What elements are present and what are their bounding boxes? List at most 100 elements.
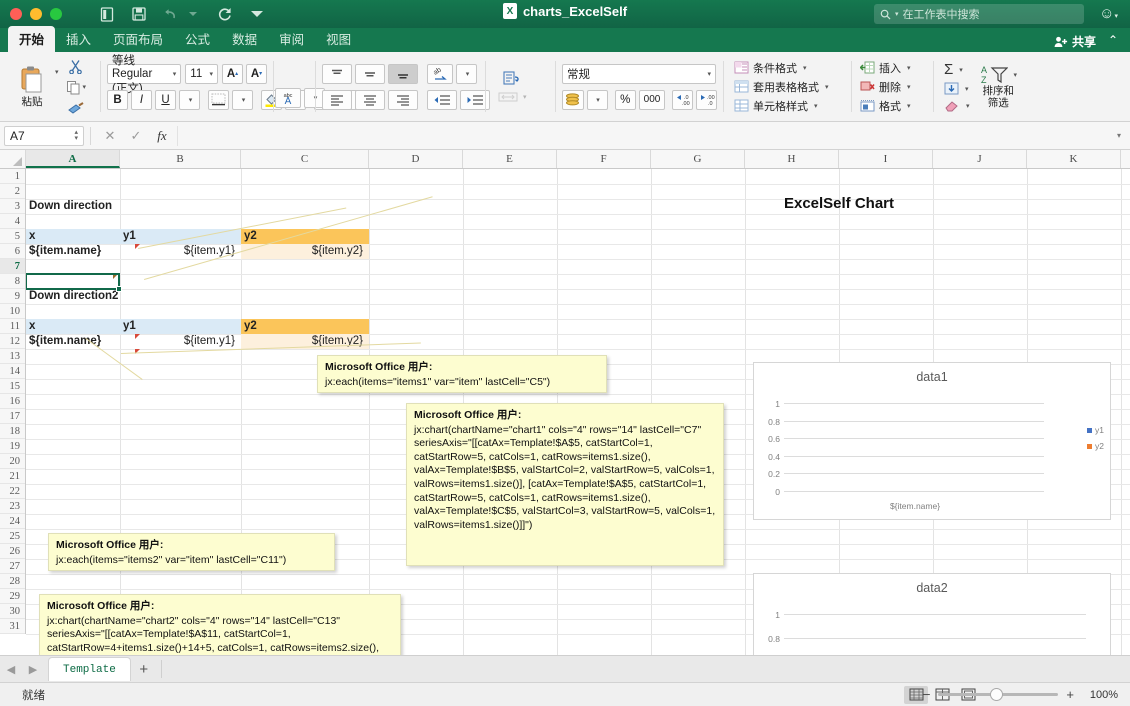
- row-header-26[interactable]: 26: [0, 544, 25, 559]
- cell-C4[interactable]: y2: [241, 229, 369, 244]
- row-header-5[interactable]: 5: [0, 229, 25, 244]
- column-header-D[interactable]: D: [369, 150, 463, 168]
- increase-font-size-button[interactable]: A ▴: [222, 63, 243, 84]
- percent-format-button[interactable]: %: [614, 89, 636, 110]
- borders-dropdown[interactable]: ▾: [232, 89, 253, 110]
- paste-button[interactable]: 粘贴: [11, 65, 53, 109]
- share-button[interactable]: 共享: [1054, 33, 1096, 50]
- insert-cells-button[interactable]: 插入 ▾: [860, 60, 911, 76]
- fill-handle[interactable]: [116, 286, 122, 292]
- borders-button[interactable]: [208, 89, 229, 110]
- expand-formula-bar-icon[interactable]: ▾: [1108, 131, 1130, 140]
- row-header-22[interactable]: 22: [0, 484, 25, 499]
- row-header-20[interactable]: 20: [0, 454, 25, 469]
- minimize-window-button[interactable]: [30, 8, 42, 20]
- ribbon-tab-review[interactable]: 审阅: [268, 26, 315, 52]
- chart-data1[interactable]: data1 1 0.8 0.6 0.4 0.2 0 ${item.name} y…: [753, 362, 1111, 520]
- row-header-9[interactable]: 9: [0, 289, 25, 304]
- row-header-12[interactable]: 12: [0, 334, 25, 349]
- zoom-slider[interactable]: [938, 688, 1059, 701]
- row-header-17[interactable]: 17: [0, 409, 25, 424]
- ribbon-tab-bar[interactable]: 开始 插入 页面布局 公式 数据 审阅 视图 共享 ⌃: [0, 26, 1130, 52]
- row-header-1[interactable]: 1: [0, 169, 25, 184]
- accept-formula-icon[interactable]: ✓: [123, 128, 149, 144]
- row-header-29[interactable]: 29: [0, 589, 25, 604]
- row-header-14[interactable]: 14: [0, 364, 25, 379]
- align-middle-button[interactable]: [355, 63, 385, 84]
- align-right-button[interactable]: [388, 89, 418, 110]
- ribbon-tab-view[interactable]: 视图: [315, 26, 362, 52]
- column-header-K[interactable]: K: [1027, 150, 1121, 168]
- row-header-27[interactable]: 27: [0, 559, 25, 574]
- row-header-24[interactable]: 24: [0, 514, 25, 529]
- zoom-in-button[interactable]: +: [1066, 687, 1074, 702]
- feedback-smiley-icon[interactable]: ☺▾: [1099, 5, 1118, 22]
- chevron-down-icon[interactable]: ▾: [173, 70, 177, 78]
- undo-icon[interactable]: [162, 5, 180, 23]
- row-header-28[interactable]: 28: [0, 574, 25, 589]
- column-header-E[interactable]: E: [463, 150, 557, 168]
- row-header-3[interactable]: 3: [0, 199, 25, 214]
- ribbon-tab-page-layout[interactable]: 页面布局: [102, 26, 174, 52]
- chevron-down-icon[interactable]: ▾: [707, 70, 711, 78]
- chart-data2[interactable]: data2 1 0.8 0.6 0.4 0.2 0 ${item.name} y…: [753, 573, 1111, 655]
- new-document-icon[interactable]: [98, 5, 116, 23]
- bold-button[interactable]: B: [107, 89, 128, 110]
- fill-button[interactable]: ▾: [944, 82, 970, 95]
- zoom-slider-knob[interactable]: [990, 688, 1004, 701]
- ribbon-tab-insert[interactable]: 插入: [55, 26, 102, 52]
- align-center-button[interactable]: [355, 89, 385, 110]
- fill-down-icon[interactable]: [944, 82, 959, 95]
- align-top-button[interactable]: [322, 63, 352, 84]
- undo-dropdown-icon[interactable]: [184, 5, 202, 23]
- column-header-J[interactable]: J: [933, 150, 1027, 168]
- cell-C10[interactable]: y2: [241, 319, 369, 334]
- chart1-legend-item-y2[interactable]: y2: [1087, 441, 1104, 451]
- clear-button[interactable]: ▾: [944, 99, 970, 112]
- align-left-button[interactable]: [322, 89, 352, 110]
- sort-filter-button[interactable]: A Z ▾: [980, 64, 1018, 86]
- format-cells-button[interactable]: 格式 ▾: [860, 98, 911, 114]
- format-painter-icon[interactable]: [66, 101, 87, 115]
- ribbon-tab-formulas[interactable]: 公式: [174, 26, 221, 52]
- zoom-controls[interactable]: − + 100%: [923, 687, 1118, 702]
- sheet-tab-bar[interactable]: ◀ ▶ Template +: [0, 655, 1130, 682]
- cut-icon[interactable]: [66, 59, 87, 74]
- underline-dropdown[interactable]: ▾: [179, 89, 200, 110]
- column-header-F[interactable]: F: [557, 150, 651, 168]
- maximize-window-button[interactable]: [50, 8, 62, 20]
- sheet-tab-template[interactable]: Template: [48, 657, 131, 681]
- row-header-2[interactable]: 2: [0, 184, 25, 199]
- quick-access-toolbar[interactable]: [98, 5, 266, 23]
- row-header-16[interactable]: 16: [0, 394, 25, 409]
- row-header-8[interactable]: 8: [0, 274, 25, 289]
- font-size-select[interactable]: 11 ▾: [185, 63, 218, 84]
- font-family-select[interactable]: 等线 Regular (正文) ▾: [107, 55, 182, 95]
- add-sheet-button[interactable]: +: [131, 661, 157, 678]
- eraser-icon[interactable]: [944, 99, 960, 112]
- italic-button[interactable]: I: [131, 89, 152, 110]
- currency-format-button[interactable]: [562, 89, 584, 110]
- comment-box-1[interactable]: Microsoft Office 用户: jx:each(items="item…: [317, 355, 607, 393]
- comment-indicator-B11[interactable]: [135, 334, 140, 339]
- row-header-18[interactable]: 18: [0, 424, 25, 439]
- column-headers[interactable]: A B C D E F G H I J K: [0, 150, 1130, 169]
- paste-dropdown-icon[interactable]: ▾: [55, 68, 59, 76]
- ribbon-tab-home[interactable]: 开始: [8, 26, 56, 52]
- row-header-21[interactable]: 21: [0, 469, 25, 484]
- row-header-15[interactable]: 15: [0, 379, 25, 394]
- row-headers[interactable]: 1 2 3 4 5 6 7 8 9 10 11 12 13 14 15 16 17 18 19 20 21 22 23 24 2…: [0, 169, 26, 634]
- underline-button[interactable]: U: [155, 89, 176, 110]
- redo-icon[interactable]: [216, 5, 234, 23]
- cell-A4[interactable]: x: [26, 229, 120, 244]
- zoom-out-button[interactable]: −: [923, 687, 931, 702]
- next-sheet-icon[interactable]: ▶: [22, 663, 44, 676]
- align-bottom-button[interactable]: [388, 63, 418, 84]
- column-header-A[interactable]: A: [26, 150, 120, 168]
- row-header-10[interactable]: 10: [0, 304, 25, 319]
- cell-A10[interactable]: x: [26, 319, 120, 334]
- insert-function-icon[interactable]: fx: [149, 128, 175, 144]
- window-controls[interactable]: [10, 8, 62, 20]
- cell-A3[interactable]: Down direction: [26, 199, 241, 214]
- row-header-19[interactable]: 19: [0, 439, 25, 454]
